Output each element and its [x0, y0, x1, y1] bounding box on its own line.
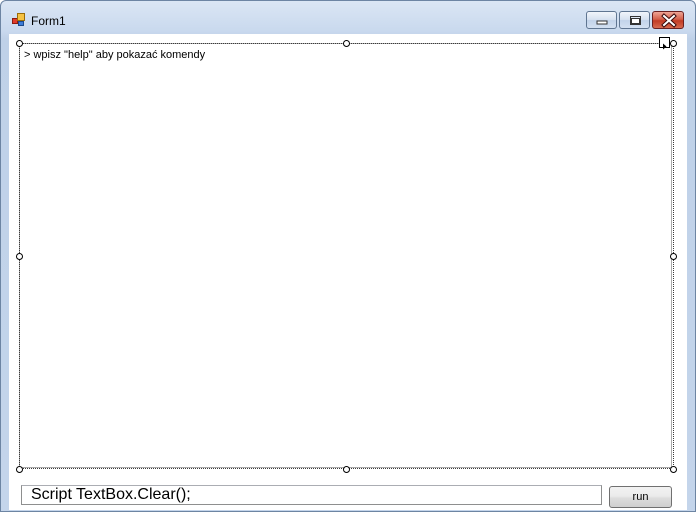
- smart-tag-arrow-icon: [663, 43, 667, 50]
- resize-handle-top-right[interactable]: [670, 40, 677, 47]
- resize-handle-top[interactable]: [343, 40, 350, 47]
- form-icon: [12, 13, 26, 27]
- caption-buttons: [584, 11, 684, 30]
- script-input[interactable]: Script TextBox.Clear();: [21, 485, 602, 505]
- close-button[interactable]: [652, 11, 684, 29]
- maximize-button[interactable]: [619, 11, 650, 29]
- resize-handle-bottom-left[interactable]: [16, 466, 23, 473]
- form-client-area: > wpisz "help" aby pokazać komendy Scrip…: [9, 34, 687, 510]
- console-text: > wpisz "help" aby pokazać komendy: [24, 49, 206, 61]
- resize-handle-top-left[interactable]: [16, 40, 23, 47]
- resize-handle-left[interactable]: [16, 253, 23, 260]
- minimize-button[interactable]: [586, 11, 617, 29]
- resize-handle-bottom-right[interactable]: [670, 466, 677, 473]
- window-title: Form1: [31, 14, 66, 28]
- form-window: Form1 > wpisz "help" aby pokazać komendy…: [0, 0, 696, 512]
- resize-handle-bottom[interactable]: [343, 466, 350, 473]
- smart-tag-button[interactable]: [659, 37, 670, 50]
- console-output[interactable]: > wpisz "help" aby pokazać komendy: [19, 43, 672, 468]
- run-button[interactable]: run: [609, 486, 672, 508]
- resize-handle-right[interactable]: [670, 253, 677, 260]
